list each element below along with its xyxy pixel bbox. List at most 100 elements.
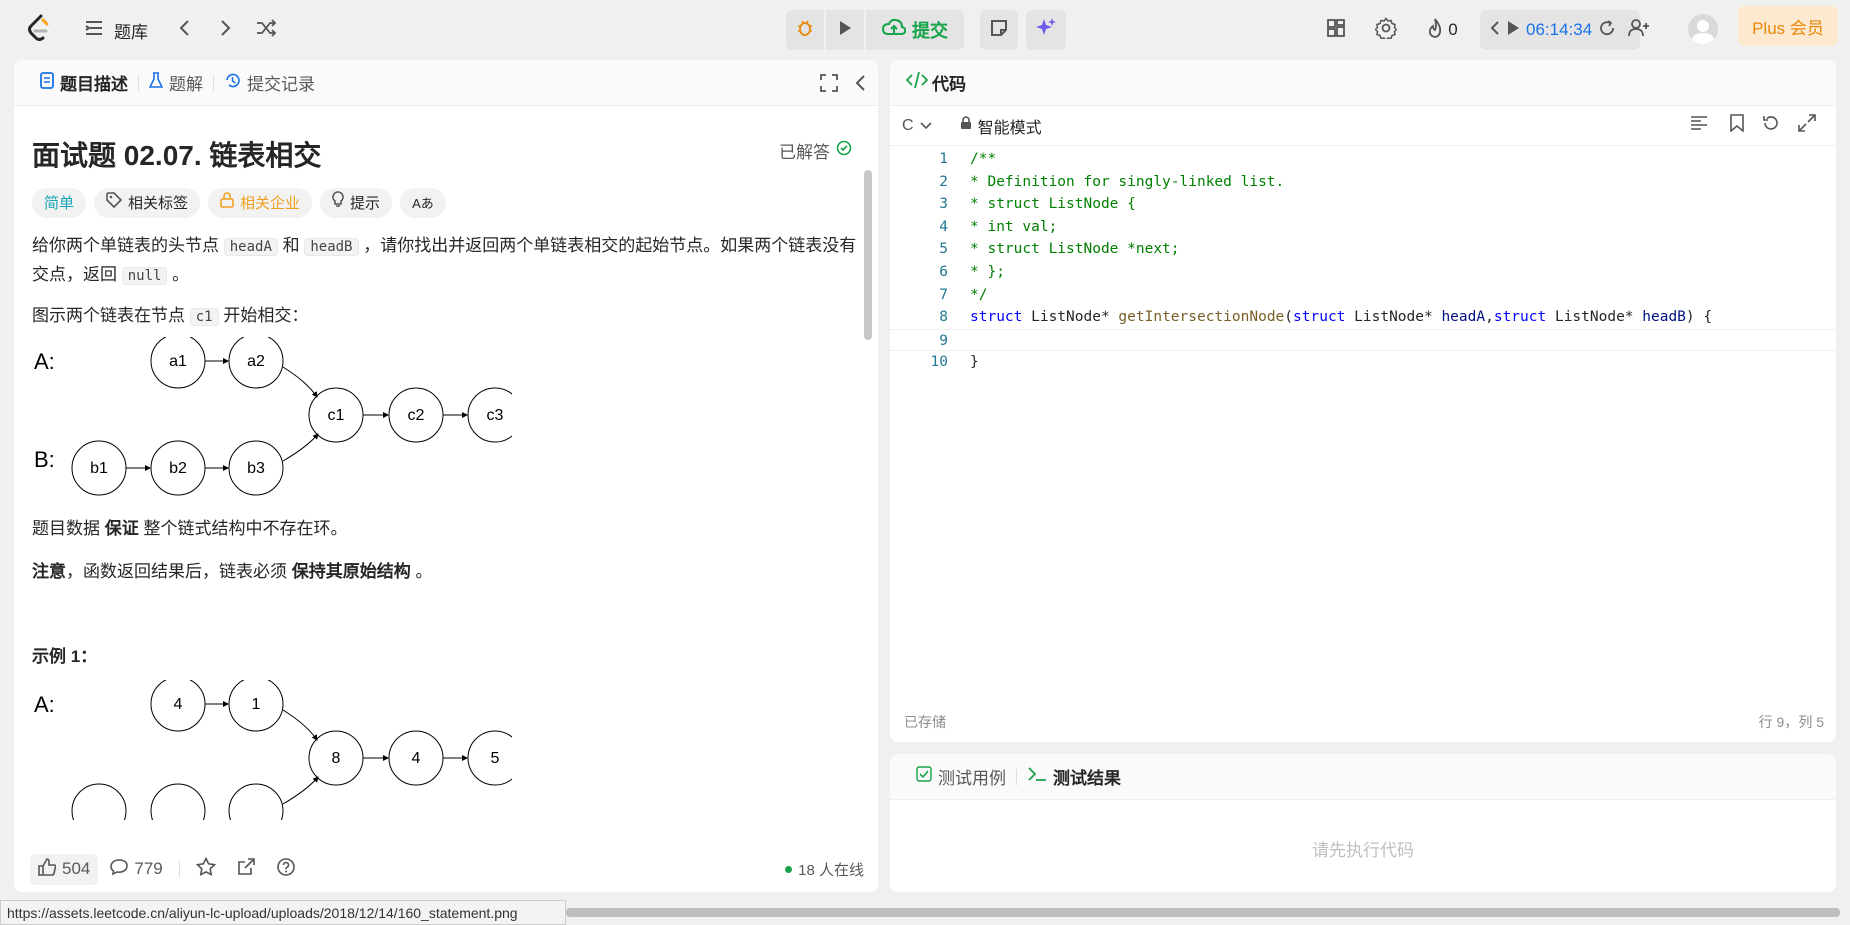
layout-icon: [1326, 18, 1346, 43]
fullscreen-icon[interactable]: [820, 74, 838, 97]
leetcode-logo[interactable]: [26, 14, 52, 44]
node-label: a1: [169, 353, 187, 370]
desc-text: 题目数据: [32, 519, 105, 538]
comment-count: 779: [134, 859, 163, 878]
share-icon[interactable]: [236, 857, 256, 882]
desc-text: 给你两个单链表的头节点: [32, 236, 224, 255]
run-button[interactable]: [826, 10, 864, 50]
code-line: 7 */: [939, 286, 988, 303]
bookmark-icon[interactable]: [1730, 114, 1744, 137]
code-line: 5 * struct ListNode *next;: [939, 241, 1180, 258]
node-label: c3: [487, 407, 504, 424]
collapse-panel-icon[interactable]: [854, 74, 866, 97]
debug-button[interactable]: [786, 10, 824, 50]
layout-button[interactable]: [1324, 18, 1348, 42]
code-editor[interactable]: 1/** 2 * Definition for singly-linked li…: [890, 148, 1836, 374]
tab-solutions[interactable]: 题解: [139, 70, 213, 95]
tags-chip[interactable]: 相关标签: [94, 188, 201, 218]
problem-content: 面试题 02.07. 链表相交 简单 相关标签 相关企业 提示 Aあ 给你两个单…: [32, 120, 862, 820]
comments-button[interactable]: 779: [110, 858, 163, 881]
node-label: 8: [332, 750, 341, 767]
tab-submissions-label: 提交记录: [247, 75, 315, 94]
plus-membership-button[interactable]: Plus 会员: [1738, 6, 1838, 46]
test-tabs: 测试用例 测试结果: [890, 754, 1836, 800]
lock-icon: [960, 116, 972, 135]
flask-icon: [148, 71, 164, 94]
companies-chip[interactable]: 相关企业: [208, 188, 313, 218]
avatar[interactable]: [1688, 14, 1718, 44]
settings-button[interactable]: [1374, 16, 1398, 44]
hint-chip[interactable]: 提示: [320, 188, 393, 218]
example-heading: 示例 1：: [32, 647, 98, 666]
star-icon[interactable]: [195, 856, 216, 882]
result-placeholder: 请先执行代码: [1312, 841, 1414, 860]
desc-text: 。: [167, 265, 190, 284]
inline-code: null: [121, 267, 168, 285]
mode-toggle[interactable]: 智能模式: [960, 114, 1042, 138]
add-friend-icon[interactable]: [1628, 18, 1650, 43]
node-label: 4: [412, 750, 421, 767]
node-label: b1: [90, 460, 108, 477]
code-line: 1/**: [939, 151, 997, 167]
scrollbar[interactable]: [864, 170, 872, 340]
tab-description[interactable]: 题目描述: [30, 70, 138, 95]
online-count: 18 人在线: [785, 859, 864, 880]
help-icon[interactable]: [276, 857, 296, 882]
tab-testcases[interactable]: 测试用例: [906, 764, 1016, 789]
lock-icon: [220, 190, 234, 217]
random-problem-button[interactable]: [254, 18, 278, 42]
like-count: 504: [62, 859, 91, 878]
desc-text: 和: [277, 236, 305, 255]
code-header: 代码: [890, 60, 1836, 106]
prev-problem-button[interactable]: [172, 18, 196, 42]
problem-list-button[interactable]: 题库: [84, 18, 148, 42]
online-label: 18 人在线: [798, 861, 864, 879]
desc-text: 。: [410, 562, 433, 581]
sparkle-icon: [1035, 17, 1057, 44]
bug-icon: [795, 18, 815, 43]
list-icon: [84, 20, 104, 41]
intersection-diagram-1: A: B: a1 a2 c1 c2 c3 b1 b2 b3: [34, 337, 512, 496]
reset-code-icon[interactable]: [1762, 114, 1780, 137]
difficulty-badge[interactable]: 简单: [32, 188, 87, 218]
status-url: https://assets.leetcode.cn/aliyun-lc-upl…: [0, 900, 566, 925]
terminal-icon: [1027, 766, 1047, 787]
node-label: a2: [247, 353, 265, 370]
timer-play-icon[interactable]: [1506, 20, 1520, 41]
language-select[interactable]: C: [902, 117, 932, 135]
problem-footer: 504 779 18 人在线: [14, 846, 878, 892]
node-label: 4: [174, 696, 183, 713]
desc-strong: 保证: [104, 519, 139, 538]
notes-button[interactable]: [980, 10, 1018, 50]
tab-submissions[interactable]: 提交记录: [214, 70, 325, 95]
code-line: 6 * };: [939, 263, 1005, 280]
ai-assistant-button[interactable]: [1026, 10, 1066, 50]
node-label: b3: [247, 460, 265, 477]
streak-counter[interactable]: 0: [1420, 17, 1464, 43]
hint-label: 提示: [350, 194, 381, 212]
expand-icon[interactable]: [1798, 114, 1816, 137]
submit-button[interactable]: 提交: [866, 10, 964, 50]
reset-timer-icon[interactable]: [1598, 19, 1616, 42]
tab-testcases-label: 测试用例: [938, 769, 1006, 788]
collapse-timer-icon[interactable]: [1490, 20, 1500, 41]
next-problem-button[interactable]: [214, 18, 238, 42]
note-icon: [989, 18, 1009, 43]
code-tab-label[interactable]: 代码: [932, 70, 966, 95]
gear-icon: [1374, 16, 1398, 44]
mode-label: 智能模式: [977, 119, 1042, 137]
format-icon[interactable]: [1690, 115, 1708, 136]
chevron-right-icon: [220, 19, 232, 42]
tab-test-result[interactable]: 测试结果: [1017, 764, 1131, 789]
action-group: 提交: [786, 10, 964, 50]
horizontal-scrollbar[interactable]: [566, 908, 1840, 917]
checkbox-icon: [916, 766, 932, 787]
top-bar: 题库 提交 0 06:14:34 Plus 会员: [0, 0, 1850, 60]
translate-chip[interactable]: Aあ: [400, 188, 446, 218]
desc-text: 开始相交：: [218, 306, 309, 325]
code-line: 3 * struct ListNode {: [939, 196, 1136, 213]
like-button[interactable]: 504: [30, 853, 99, 885]
problem-chips: 简单 相关标签 相关企业 提示 Aあ: [32, 188, 862, 218]
node-label: 5: [491, 750, 500, 767]
flame-icon: [1426, 17, 1444, 43]
